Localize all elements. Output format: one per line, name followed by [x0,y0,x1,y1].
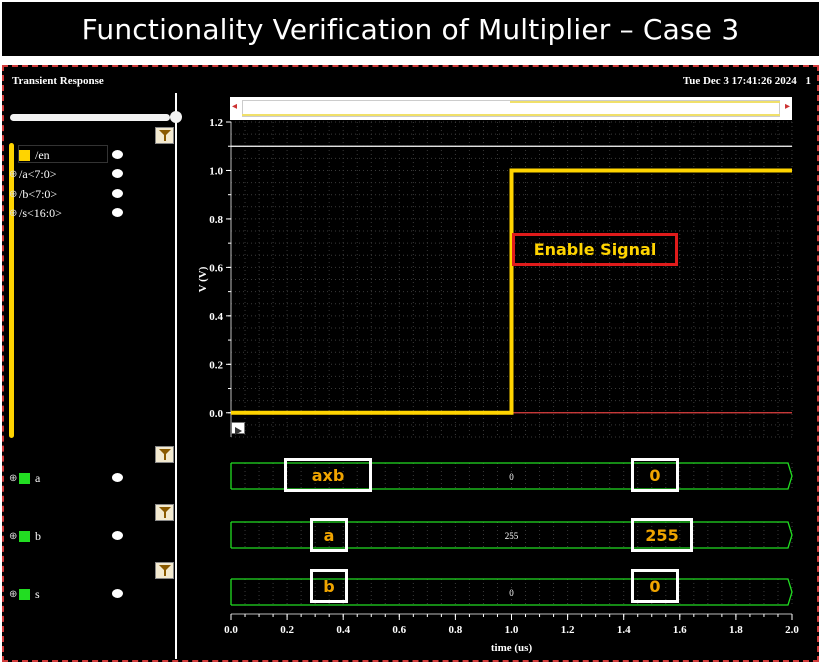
plot-expand-button[interactable] [231,422,245,435]
x-tick-label: 0.6 [392,624,406,636]
y-tick-label: 1.0 [209,165,223,177]
y-tick-label: 0.2 [209,359,223,371]
y-tick-label: 1.2 [209,117,223,129]
bus-label-right-2: 255 [631,518,693,552]
bus-value-label: 0 [509,472,514,482]
y-tick-label: 0.8 [209,214,223,226]
x-tick-label: 0.8 [449,624,463,636]
x-tick-label: 1.2 [561,624,575,636]
bus-label-left-1: axb [284,458,372,492]
x-tick-label: 1.6 [673,624,687,636]
y-tick-label: 0.6 [209,262,223,274]
y-tick-label: 0.0 [209,408,223,420]
y-tick-label: 0.4 [209,311,223,323]
bus-value-label: 255 [505,531,519,541]
x-tick-label: 1.0 [505,624,519,636]
bus-label-left-2: a [310,518,348,552]
x-tick-label: 1.8 [729,624,743,636]
x-tick-label: 0.2 [280,624,294,636]
enable-signal-annotation: Enable Signal [512,233,678,266]
bus-label-left-3: b [310,569,348,603]
x-tick-label: 0.0 [224,624,238,636]
waveform-chart[interactable]: 0.0 0.2 0.4 0.6 0.8 1.0 1.2 V (V) 0 255 0 0.0 0.2 0.4… [0,0,821,664]
x-tick-label: 1.4 [617,624,631,636]
bus-label-right-1: 0 [631,458,679,492]
x-tick-label: 0.4 [336,624,350,636]
bus-label-right-3: 0 [631,569,679,603]
y-axis-label: V (V) [197,266,209,292]
x-tick-label: 2.0 [785,624,799,636]
play-triangle-icon [235,427,242,435]
x-axis-label: time (us) [491,642,533,654]
bus-value-label: 0 [509,588,514,598]
